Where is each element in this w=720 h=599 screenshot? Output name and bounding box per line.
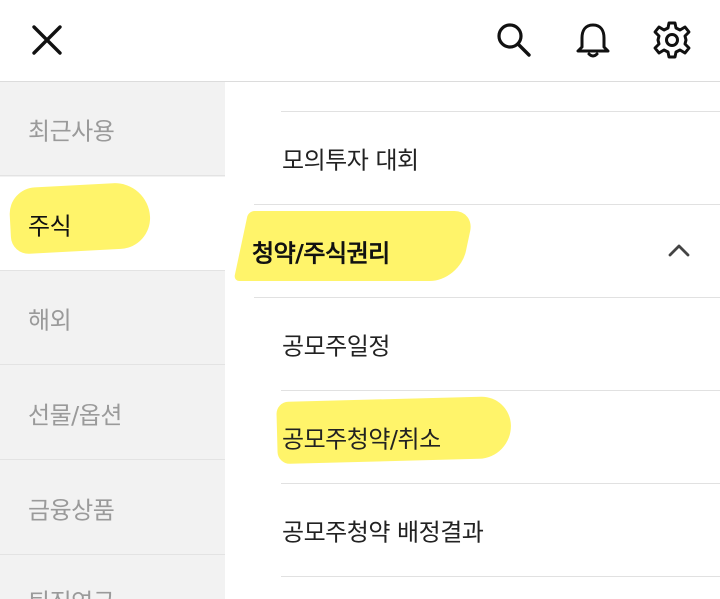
sidebar-item-label: 선물/옵션 — [28, 401, 122, 429]
close-button[interactable] — [21, 14, 73, 66]
gear-icon — [652, 20, 692, 60]
menu-item-ipo-allocation-result[interactable]: 공모주청약 배정결과 — [225, 484, 720, 576]
menu-item-label: 모의투자 대회 — [282, 146, 419, 175]
sidebar-item-label: 퇴직연금 — [28, 583, 115, 599]
sidebar-item-label: 금융상품 — [28, 496, 115, 524]
menu-item-ipo-schedule[interactable]: 공모주일정 — [225, 298, 720, 390]
chevron-up-icon — [668, 244, 690, 257]
settings-button[interactable] — [646, 14, 698, 66]
menu-item-ipo-subscribe-cancel[interactable]: 공모주청약/취소 — [225, 391, 720, 483]
sidebar-item-label: 해외 — [28, 306, 72, 334]
sidebar-item-label: 최근사용 — [28, 117, 115, 145]
menu-item-mock-trading-contest[interactable]: 모의투자 대회 — [225, 112, 720, 204]
sidebar-item-overseas[interactable]: 해외 — [0, 271, 225, 365]
sidebar-item-recent[interactable]: 최근사용 — [0, 82, 225, 176]
menu-item-label: 공모주일정 — [282, 332, 390, 361]
divider — [281, 576, 720, 577]
menu-screen: 최근사용 주식 해외 선물/옵션 금융상품 퇴직연금 모의투자 대회 청약/주식… — [0, 0, 720, 599]
section-label: 청약/주식권리 — [252, 239, 390, 268]
menu-item-label: 공모주청약 배정결과 — [282, 518, 484, 547]
sidebar-item-stocks[interactable]: 주식 — [0, 177, 225, 271]
menu-item-label: 공모주청약/취소 — [282, 425, 441, 454]
close-icon — [29, 22, 65, 58]
section-subscription-rights[interactable]: 청약/주식권리 — [225, 205, 720, 297]
sidebar-item-financial-products[interactable]: 금융상품 — [0, 461, 225, 555]
sidebar-item-pension[interactable]: 퇴직연금 — [0, 556, 225, 599]
search-icon — [494, 20, 534, 60]
sidebar-item-label: 주식 — [28, 212, 72, 240]
sidebar-item-futures-options[interactable]: 선물/옵션 — [0, 366, 225, 460]
search-button[interactable] — [488, 14, 540, 66]
category-sidebar: 최근사용 주식 해외 선물/옵션 금융상품 퇴직연금 — [0, 82, 225, 599]
notification-button[interactable] — [567, 14, 619, 66]
bell-icon — [573, 20, 613, 60]
submenu-panel: 모의투자 대회 청약/주식권리 공모주일정 공모주청약/취소 공모주청약 배정결… — [225, 82, 720, 599]
top-bar — [0, 0, 720, 82]
